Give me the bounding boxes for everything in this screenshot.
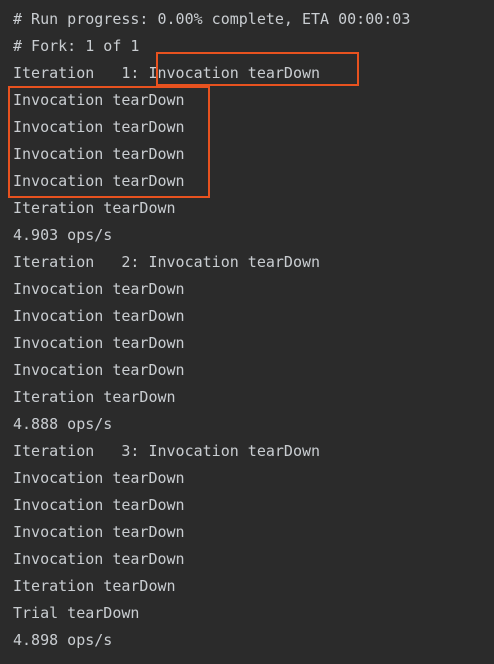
- console-line-trial: Trial tearDown: [13, 604, 140, 622]
- console-line: Invocation tearDown: [13, 523, 185, 541]
- console-line: Iteration tearDown: [13, 388, 176, 406]
- console-line: Invocation tearDown: [13, 91, 185, 109]
- console-line-iteration-3: Iteration 3: Invocation tearDown: [13, 442, 321, 460]
- console-line: Invocation tearDown: [13, 118, 185, 136]
- console-line: Invocation tearDown: [13, 172, 185, 190]
- console-line: Invocation tearDown: [13, 361, 185, 379]
- console-line-iteration-2: Iteration 2: Invocation tearDown: [13, 253, 321, 271]
- console-line: Invocation tearDown: [13, 496, 185, 514]
- console-line-run-progress: # Run progress: 0.00% complete, ETA 00:0…: [13, 10, 411, 28]
- console-line: Invocation tearDown: [13, 280, 185, 298]
- console-line: Invocation tearDown: [13, 334, 185, 352]
- console-line-fork: # Fork: 1 of 1: [13, 37, 140, 55]
- console-line-score: 4.898 ops/s: [13, 631, 113, 649]
- console-line-iteration-1: Iteration 1: Invocation tearDown: [13, 64, 321, 82]
- console-output[interactable]: # Run progress: 0.00% complete, ETA 00:0…: [0, 0, 494, 664]
- console-line: Invocation tearDown: [13, 145, 185, 163]
- console-line: Iteration tearDown: [13, 577, 176, 595]
- console-line-score: 4.903 ops/s: [13, 226, 113, 244]
- console-line: Invocation tearDown: [13, 307, 185, 325]
- console-line-score: 4.888 ops/s: [13, 415, 113, 433]
- console-line: Invocation tearDown: [13, 469, 185, 487]
- console-line: Iteration tearDown: [13, 199, 176, 217]
- console-line: Invocation tearDown: [13, 550, 185, 568]
